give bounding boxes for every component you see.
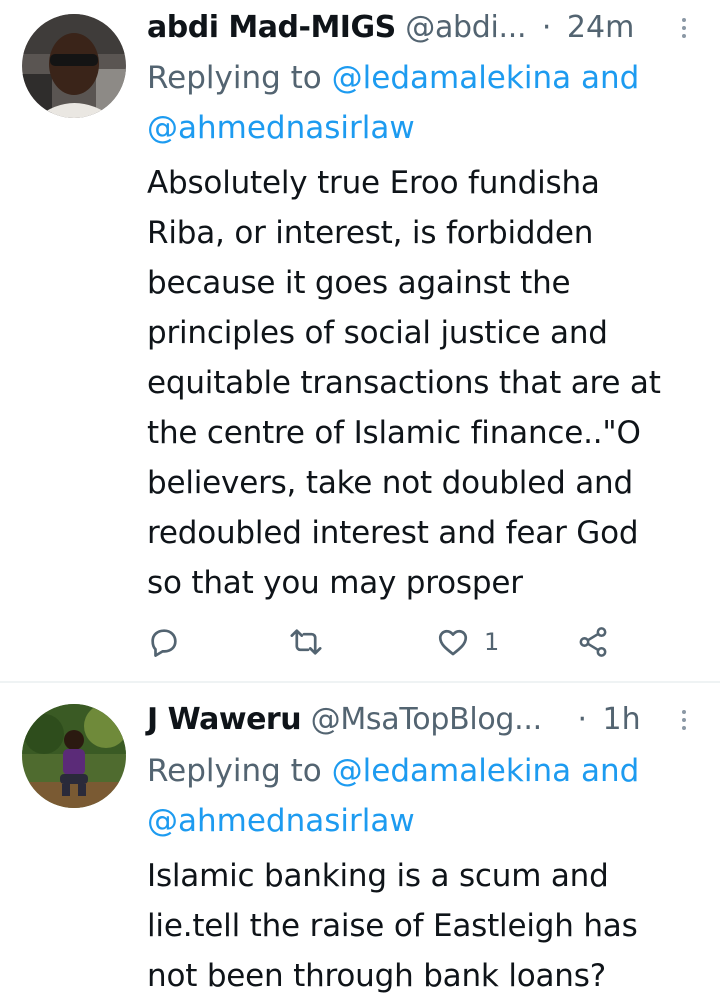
retweet-button[interactable]: [289, 622, 323, 662]
mention-link[interactable]: @ahmednasirlaw: [147, 110, 415, 146]
share-icon: [579, 627, 607, 657]
like-count: 1: [484, 628, 500, 656]
tweet-text: Absolutely true Eroo fundisha Riba, or i…: [147, 158, 707, 608]
mention-conjunction[interactable]: and: [581, 753, 639, 789]
tweet-text: Islamic banking is a scum and lie.tell t…: [147, 851, 707, 1001]
mention-link[interactable]: @ahmednasirlaw: [147, 803, 415, 839]
reply-button[interactable]: [147, 622, 181, 662]
replying-to: Replying to @ledamalekina and @ahmednasi…: [147, 53, 707, 153]
like-button[interactable]: 1: [436, 622, 499, 662]
separator-dot: ·: [541, 10, 552, 45]
timestamp[interactable]: 1h: [603, 702, 641, 737]
mention-conjunction[interactable]: and: [581, 60, 639, 96]
tweet-header: J Waweru @MsaTopBlog... · 1h: [147, 699, 720, 741]
tweet[interactable]: J Waweru @MsaTopBlog... · 1h Replying to…: [0, 683, 720, 997]
more-icon[interactable]: [676, 699, 692, 741]
display-name[interactable]: J Waweru: [147, 702, 302, 737]
share-button[interactable]: [576, 622, 610, 662]
tweet-text-line: Absolutely true Eroo fundisha: [147, 165, 600, 201]
tweet[interactable]: abdi Mad-MIGS @abdi... · 24m Replying to…: [0, 0, 720, 682]
like-icon: [438, 629, 468, 656]
avatar[interactable]: [22, 14, 126, 118]
replying-prefix: Replying to: [147, 753, 322, 789]
tweet-text-line: lie.tell the raise of Eastleigh has: [147, 908, 638, 944]
tweet-text-line: believers, take not doubled and: [147, 465, 633, 501]
separator-dot: ·: [577, 702, 587, 737]
user-handle[interactable]: @abdi...: [405, 10, 526, 45]
retweet-icon: [290, 629, 322, 655]
more-icon[interactable]: [676, 7, 692, 49]
tweet-text-line: Riba, or interest, is forbidden: [147, 215, 594, 251]
avatar[interactable]: [22, 704, 126, 808]
mention-link[interactable]: @ledamalekina: [332, 753, 571, 789]
replying-to: Replying to @ledamalekina and @ahmednasi…: [147, 746, 707, 846]
mention-link[interactable]: @ledamalekina: [332, 60, 571, 96]
replying-prefix: Replying to: [147, 60, 322, 96]
tweet-text-line: the centre of Islamic finance.."O: [147, 415, 641, 451]
tweet-text-line: redoubled interest and fear God: [147, 515, 639, 551]
tweet-text-line: not been through bank loans?: [147, 958, 606, 994]
tweet-actions: 1: [0, 622, 720, 662]
timestamp[interactable]: 24m: [567, 10, 634, 45]
tweet-text-line: because it goes against the: [147, 265, 571, 301]
tweet-text-line: equitable transactions that are at: [147, 365, 661, 401]
tweet-text-line: Islamic banking is a scum and: [147, 858, 609, 894]
display-name[interactable]: abdi Mad-MIGS: [147, 10, 396, 45]
tweet-text-line: principles of social justice and: [147, 315, 608, 351]
reply-icon: [151, 629, 177, 657]
user-handle[interactable]: @MsaTopBlog...: [311, 702, 543, 737]
tweet-text-line: so that you may prosper: [147, 565, 523, 601]
tweet-header: abdi Mad-MIGS @abdi... · 24m: [147, 7, 720, 49]
